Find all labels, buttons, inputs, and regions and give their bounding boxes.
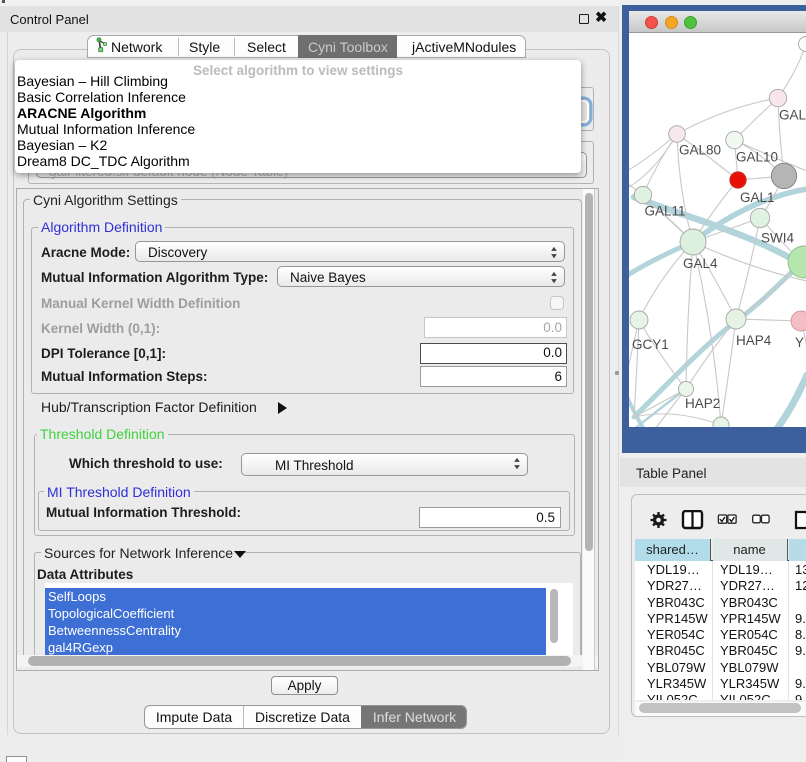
svg-text:GAL4: GAL4 (683, 256, 718, 271)
svg-text:HAP4: HAP4 (736, 333, 772, 348)
svg-text:GAL80: GAL80 (679, 143, 721, 158)
svg-text:SWI4: SWI4 (761, 231, 794, 246)
svg-text:GCY1: GCY1 (632, 337, 669, 352)
svg-text:Y: Y (795, 335, 804, 350)
svg-text:GAL: GAL (779, 108, 806, 123)
svg-text:HAP2: HAP2 (685, 396, 720, 411)
svg-text:GAL11: GAL11 (645, 204, 686, 219)
svg-text:GAL1: GAL1 (740, 190, 775, 205)
svg-text:GAL10: GAL10 (736, 150, 778, 165)
